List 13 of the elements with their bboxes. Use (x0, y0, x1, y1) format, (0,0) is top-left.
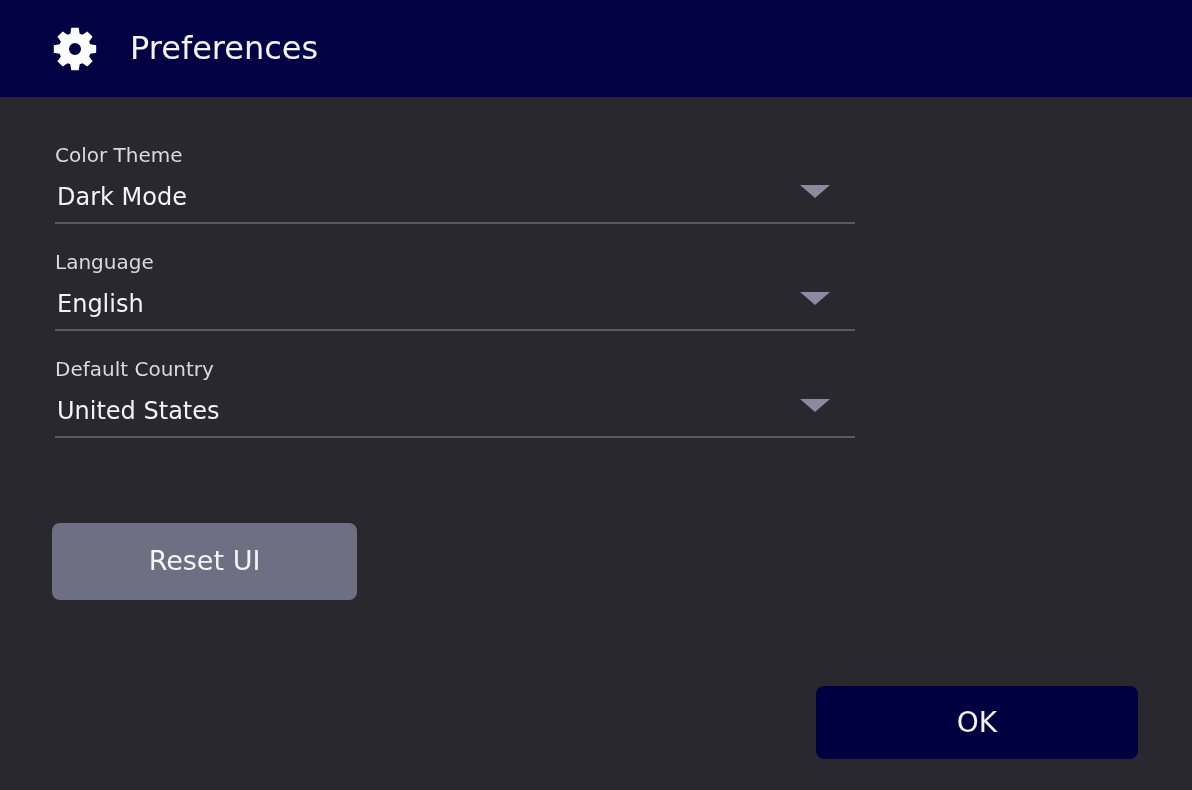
settings-icon (53, 26, 97, 71)
window-title: Preferences (130, 29, 319, 68)
caret-icon (800, 399, 830, 412)
field-label: Color Theme (55, 143, 184, 168)
reset-button[interactable]: Reset UI (52, 523, 357, 600)
dropdown-field[interactable]: English (55, 290, 855, 331)
field-label: Language (55, 250, 155, 275)
dropdown-field[interactable]: Dark Mode (55, 183, 855, 224)
caret-icon (800, 185, 830, 198)
field-label: Default Country (55, 357, 215, 382)
ok-button[interactable]: OK (816, 686, 1138, 759)
caret-icon (800, 292, 830, 305)
dropdown-field[interactable]: United States (55, 397, 855, 438)
